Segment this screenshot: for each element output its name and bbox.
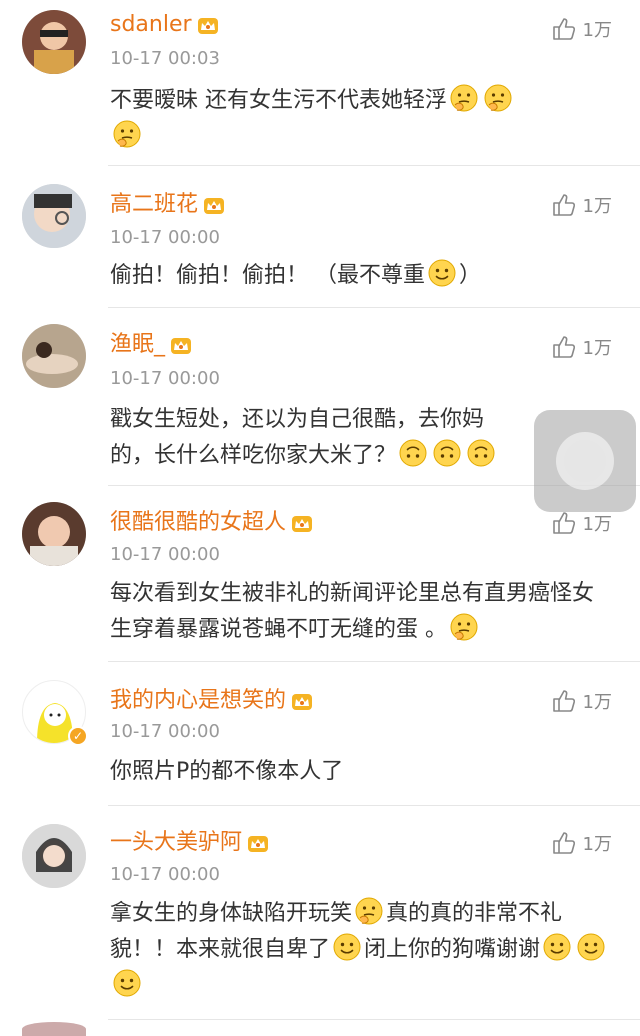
comment-text: 不要暧昧 还有女生污不代表她轻浮	[110, 83, 610, 155]
comment-text: 偷拍！偷拍！偷拍！ （最不尊重）	[110, 258, 610, 294]
like-count: 1万	[582, 20, 612, 41]
comment-item: ✓ 我的内心是想笑的 1万 10-17 00:00 你照片P的都不像本人了	[0, 662, 640, 806]
like-count: 1万	[582, 514, 612, 535]
thumb-up-icon	[551, 830, 577, 856]
assistive-touch-button[interactable]	[534, 410, 636, 512]
comment-text: 每次看到女生被非礼的新闻评论里总有直男癌怪女生穿着暴露说苍蝇不叮无缝的蛋 。	[110, 581, 595, 642]
upside-down-emoji-icon	[432, 438, 462, 468]
thumb-up-icon	[551, 16, 577, 42]
like-button[interactable]: 1万	[551, 334, 612, 360]
smile-emoji-icon	[542, 932, 572, 962]
avatar[interactable]	[22, 184, 86, 248]
like-count: 1万	[582, 196, 612, 217]
verified-badge-icon: ✓	[68, 726, 88, 746]
comment-text: 戳女生短处，还以为自己很酷，去你妈的，长什么样吃你家大米了？	[110, 402, 500, 474]
timestamp: 10-17 00:03	[110, 48, 220, 69]
thumb-up-icon	[551, 192, 577, 218]
username[interactable]: 高二班花	[110, 190, 198, 220]
thinking-emoji-icon	[483, 83, 513, 113]
thumb-up-icon	[551, 688, 577, 714]
comment-text: 拿女生的身体缺陷开玩笑 真的真的非常不礼貌！！本来就很自卑了 闭上你的狗嘴谢谢	[110, 896, 610, 1004]
like-button[interactable]: 1万	[551, 16, 612, 42]
timestamp: 10-17 00:00	[110, 864, 220, 885]
username[interactable]: 一头大美驴阿	[110, 828, 242, 858]
upside-down-emoji-icon	[398, 438, 428, 468]
username[interactable]: 渔眠_	[110, 330, 165, 360]
thinking-emoji-icon	[449, 612, 479, 642]
crown-badge-icon	[196, 13, 220, 37]
username[interactable]: sdanler	[110, 10, 192, 40]
like-count: 1万	[582, 692, 612, 713]
avatar[interactable]	[22, 324, 86, 388]
crown-badge-icon	[169, 333, 193, 357]
comment-text: 你照片P的都不像本人了	[110, 759, 344, 784]
comment-item: 很酷很酷的女超人 1万 10-17 00:00 每次看到女生被非礼的新闻评论里总…	[0, 486, 640, 662]
avatar[interactable]	[22, 502, 86, 566]
crown-badge-icon	[246, 831, 270, 855]
smile-emoji-icon	[112, 968, 142, 998]
crown-badge-icon	[290, 689, 314, 713]
crown-badge-icon	[290, 511, 314, 535]
comment-item: 一头大美驴阿 1万 10-17 00:00 拿女生的身体缺陷开玩笑 真的真的非常不…	[0, 806, 640, 1020]
timestamp: 10-17 00:00	[110, 721, 220, 742]
username[interactable]: 很酷很酷的女超人	[110, 508, 286, 538]
avatar[interactable]	[22, 824, 86, 888]
thumb-up-icon	[551, 334, 577, 360]
like-button[interactable]: 1万	[551, 830, 612, 856]
smile-emoji-icon	[427, 258, 457, 288]
like-count: 1万	[582, 834, 612, 855]
comment-item: sdanler 1万 10-17 00:03 不要暧昧 还有女生污不代表她轻浮	[0, 0, 640, 166]
comment-item: 高二班花 1万 10-17 00:00 偷拍！偷拍！偷拍！ （最不尊重）	[0, 166, 640, 308]
smile-emoji-icon	[332, 932, 362, 962]
crown-badge-icon	[202, 193, 226, 217]
like-count: 1万	[582, 338, 612, 359]
timestamp: 10-17 00:00	[110, 368, 220, 389]
assistive-touch-dot	[564, 440, 606, 482]
like-button[interactable]: 1万	[551, 192, 612, 218]
like-button[interactable]: 1万	[551, 510, 612, 536]
smile-emoji-icon	[576, 932, 606, 962]
username[interactable]: 我的内心是想笑的	[110, 686, 286, 716]
avatar[interactable]	[22, 1022, 86, 1036]
thinking-emoji-icon	[449, 83, 479, 113]
thinking-emoji-icon	[354, 896, 384, 926]
divider	[108, 1019, 640, 1020]
like-button[interactable]: 1万	[551, 688, 612, 714]
upside-down-emoji-icon	[466, 438, 496, 468]
thinking-emoji-icon	[112, 119, 142, 149]
avatar[interactable]	[22, 10, 86, 74]
thumb-up-icon	[551, 510, 577, 536]
timestamp: 10-17 00:00	[110, 227, 220, 248]
timestamp: 10-17 00:00	[110, 544, 220, 565]
